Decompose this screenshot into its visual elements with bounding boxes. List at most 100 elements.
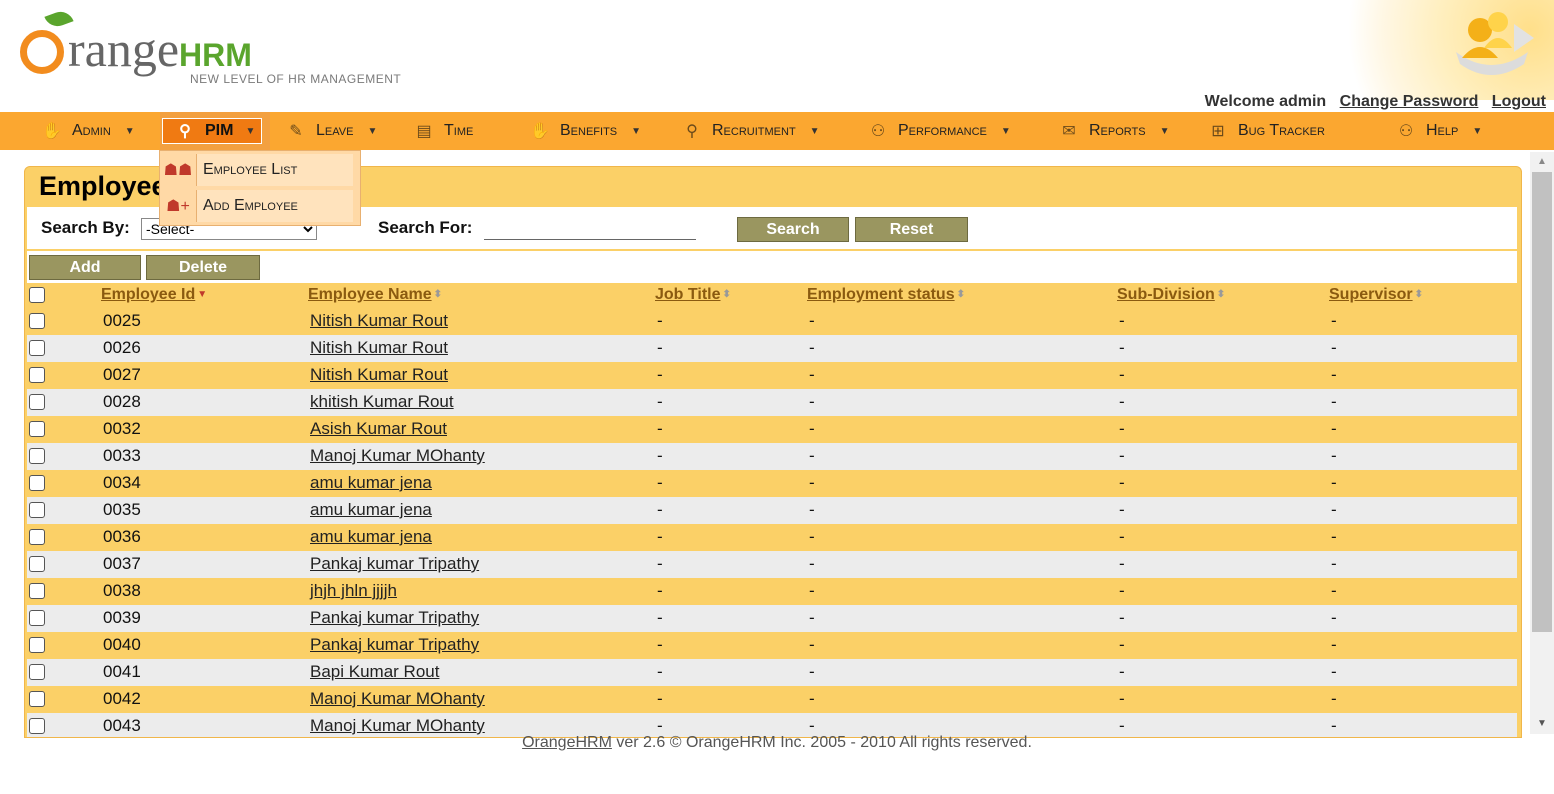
row-checkbox[interactable] xyxy=(29,475,45,491)
footer-orangehrm-link[interactable]: OrangeHRM xyxy=(522,734,612,751)
select-all-checkbox[interactable] xyxy=(29,287,45,303)
employee-name-link[interactable]: amu kumar jena xyxy=(310,500,432,520)
row-checkbox[interactable] xyxy=(29,529,45,545)
table-row: 0033 Manoj Kumar MOhanty - - - - xyxy=(27,443,1517,470)
users-graphic-icon xyxy=(1456,12,1534,75)
employee-name-link[interactable]: Manoj Kumar MOhanty xyxy=(310,689,485,709)
sort-desc-icon: ▼ xyxy=(197,288,208,300)
col-employee-name[interactable]: Employee Name ⬍ xyxy=(308,286,442,304)
menu-admin[interactable]: ✋ Admin ▼ xyxy=(42,112,135,150)
employee-name-link[interactable]: Nitish Kumar Rout xyxy=(310,365,448,385)
job-title-cell: - xyxy=(657,608,663,627)
sub-division-cell: - xyxy=(1119,662,1125,681)
pim-dropdown: ☗☗ Employee List ☗+ Add Employee xyxy=(159,150,361,226)
row-checkbox[interactable] xyxy=(29,583,45,599)
page-title: Employee xyxy=(39,171,167,201)
col-employment-status[interactable]: Employment status ⬍ xyxy=(807,286,965,304)
search-for-input[interactable] xyxy=(484,217,696,240)
row-checkbox[interactable] xyxy=(29,718,45,734)
employee-name-link[interactable]: amu kumar jena xyxy=(310,473,432,493)
col-job-title[interactable]: Job Title ⬍ xyxy=(655,286,731,304)
row-checkbox[interactable] xyxy=(29,448,45,464)
menu-performance[interactable]: ⚇ Performance ▼ xyxy=(868,112,1011,150)
scroll-thumb[interactable] xyxy=(1532,172,1552,632)
employee-id-cell: 0026 xyxy=(103,338,141,357)
row-checkbox[interactable] xyxy=(29,340,45,356)
row-checkbox[interactable] xyxy=(29,313,45,329)
orangehrm-logo[interactable]: rangeHRM NEW LEVEL OF HR MANAGEMENT xyxy=(20,7,420,90)
row-checkbox[interactable] xyxy=(29,664,45,680)
logout-link[interactable]: Logout xyxy=(1492,93,1546,110)
scroll-down-icon[interactable]: ▼ xyxy=(1530,714,1554,734)
employee-name-link[interactable]: Bapi Kumar Rout xyxy=(310,662,439,682)
menu-recruitment[interactable]: ⚲ Recruitment ▼ xyxy=(682,112,820,150)
reset-button[interactable]: Reset xyxy=(855,217,968,242)
sub-division-cell: - xyxy=(1119,338,1125,357)
employee-name-link[interactable]: Nitish Kumar Rout xyxy=(310,338,448,358)
employee-id-cell: 0034 xyxy=(103,473,141,492)
row-checkbox[interactable] xyxy=(29,556,45,572)
menu-pim[interactable]: ⚲ PIM ▼ xyxy=(160,112,270,150)
employee-name-link[interactable]: khitish Kumar Rout xyxy=(310,392,454,412)
table-row: 0038 jhjh jhln jjjjh - - - - xyxy=(27,578,1517,605)
job-title-cell: - xyxy=(657,419,663,438)
row-checkbox[interactable] xyxy=(29,367,45,383)
employee-name-link[interactable]: jhjh jhln jjjjh xyxy=(310,581,397,601)
menu-time[interactable]: ▤ Time xyxy=(414,112,473,150)
supervisor-cell: - xyxy=(1331,635,1337,654)
col-sub-division[interactable]: Sub-Division ⬍ xyxy=(1117,286,1225,304)
job-title-cell: - xyxy=(657,338,663,357)
dropdown-employee-list[interactable]: ☗☗ Employee List xyxy=(160,152,360,188)
employee-name-link[interactable]: Manoj Kumar MOhanty xyxy=(310,716,485,736)
menu-help[interactable]: ⚇ Help ▼ xyxy=(1396,112,1482,150)
add-button[interactable]: Add xyxy=(29,255,141,280)
search-button[interactable]: Search xyxy=(737,217,849,242)
sub-division-cell: - xyxy=(1119,581,1125,600)
col-supervisor[interactable]: Supervisor ⬍ xyxy=(1329,286,1423,304)
job-title-cell: - xyxy=(657,689,663,708)
employee-name-link[interactable]: Pankaj kumar Tripathy xyxy=(310,635,479,655)
row-checkbox[interactable] xyxy=(29,421,45,437)
menu-benefits[interactable]: ✋ Benefits ▼ xyxy=(530,112,641,150)
delete-button[interactable]: Delete xyxy=(146,255,260,280)
welcome-text: Welcome admin xyxy=(1204,93,1327,110)
menu-reports[interactable]: ✉ Reports ▼ xyxy=(1059,112,1169,150)
table-row: 0032 Asish Kumar Rout - - - - xyxy=(27,416,1517,443)
employee-id-cell: 0042 xyxy=(103,689,141,708)
chevron-down-icon: ▼ xyxy=(809,125,820,137)
employee-name-link[interactable]: Nitish Kumar Rout xyxy=(310,311,448,331)
chevron-down-icon: ▼ xyxy=(1472,125,1483,137)
col-employee-id[interactable]: Employee Id ▼ xyxy=(101,286,207,304)
row-checkbox[interactable] xyxy=(29,637,45,653)
table-row: 0028 khitish Kumar Rout - - - - xyxy=(27,389,1517,416)
employment-status-cell: - xyxy=(809,581,815,600)
chevron-down-icon: ▼ xyxy=(1000,125,1011,137)
employee-id-cell: 0028 xyxy=(103,392,141,411)
search-for-label: Search For: xyxy=(378,218,473,237)
supervisor-cell: - xyxy=(1331,311,1337,330)
scroll-up-icon[interactable]: ▲ xyxy=(1530,152,1554,172)
menu-bug-tracker[interactable]: ⊞ Bug Tracker xyxy=(1208,112,1325,150)
main-menu: ✋ Admin ▼ ⚲ PIM ▼ ✎ Leave ▼ ▤ Time ✋ Benefits ▼ ⚲… xyxy=(0,112,1554,150)
employment-status-cell: - xyxy=(809,311,815,330)
change-password-link[interactable]: Change Password xyxy=(1340,93,1479,110)
row-checkbox[interactable] xyxy=(29,691,45,707)
sub-division-cell: - xyxy=(1119,635,1125,654)
employee-name-link[interactable]: Pankaj kumar Tripathy xyxy=(310,554,479,574)
employee-name-link[interactable]: Pankaj kumar Tripathy xyxy=(310,608,479,628)
row-checkbox[interactable] xyxy=(29,394,45,410)
employee-name-link[interactable]: amu kumar jena xyxy=(310,527,432,547)
row-checkbox[interactable] xyxy=(29,610,45,626)
pim-active-box: ⚲ PIM ▼ xyxy=(162,118,263,144)
job-title-cell: - xyxy=(657,716,663,735)
employee-name-link[interactable]: Asish Kumar Rout xyxy=(310,419,447,439)
vertical-scrollbar[interactable]: ▲ ▼ xyxy=(1530,152,1554,734)
job-title-cell: - xyxy=(657,554,663,573)
dropdown-add-employee[interactable]: ☗+ Add Employee xyxy=(160,188,360,224)
table-row: 0039 Pankaj kumar Tripathy - - - - xyxy=(27,605,1517,632)
menu-leave[interactable]: ✎ Leave ▼ xyxy=(286,112,377,150)
employee-id-cell: 0039 xyxy=(103,608,141,627)
employee-name-link[interactable]: Manoj Kumar MOhanty xyxy=(310,446,485,466)
table-row: 0035 amu kumar jena - - - - xyxy=(27,497,1517,524)
row-checkbox[interactable] xyxy=(29,502,45,518)
